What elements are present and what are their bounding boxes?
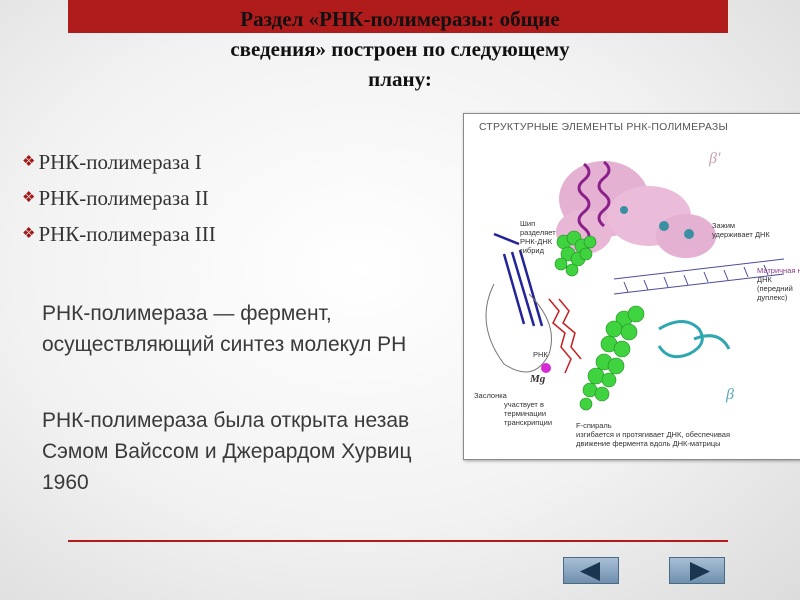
zaslonka-name: Заслонка xyxy=(474,391,507,400)
matrix-dna-name: Матричная ни xyxy=(757,266,800,275)
paragraph-line: РНК-полимераза была открыта незав xyxy=(42,409,410,432)
zazhim-label: Зажим удерживает ДНК xyxy=(712,221,770,239)
ship-name: Шип xyxy=(520,219,536,228)
ship-desc: РНК-ДНК xyxy=(520,237,553,246)
arrow-left-icon xyxy=(580,562,600,581)
paragraph-line: Сэмом Вайссом и Джерардом Хурвиц xyxy=(42,440,412,463)
f-spiral-name: F-спираль xyxy=(576,421,612,430)
f-spiral-label: F-спираль изгибается и протягивает ДНК, … xyxy=(576,421,730,448)
bullet-item: ❖ РНК-полимераза I xyxy=(22,144,216,180)
zaslonka-desc: участвует в xyxy=(504,400,544,409)
rna-strand xyxy=(548,298,582,374)
ship-label: Шип разделяет РНК-ДНК гибрид xyxy=(520,219,556,255)
bullet-list: ❖ РНК-полимераза I ❖ РНК-полимераза II ❖… xyxy=(22,144,216,252)
figure-title: СТРУКТУРНЫЕ ЭЛЕМЕНТЫ РНК-ПОЛИМЕРАЗЫ xyxy=(479,121,728,133)
discovery-paragraph: РНК-полимераза была открыта незав Сэмом … xyxy=(42,405,412,498)
mg-ion xyxy=(541,363,551,373)
bullet-item: ❖ РНК-полимераза III xyxy=(22,216,216,252)
title-line-1: Раздел «РНК-полимеразы: общие xyxy=(240,7,560,31)
paragraph-line: осуществляющий синтез молекул РН xyxy=(42,333,407,356)
definition-paragraph: РНК-полимераза — фермент, осуществляющий… xyxy=(42,298,406,360)
f-spiral-desc: изгибается и протягивает ДНК, обеспечива… xyxy=(576,430,731,439)
matrix-dna-desc: (передний xyxy=(757,284,793,293)
previous-slide-button[interactable] xyxy=(563,557,619,584)
diamond-bullet-icon: ❖ xyxy=(22,225,36,242)
title-line-2: сведения» построен по следующему xyxy=(230,37,570,61)
f-spiral-desc: движение фермента вдоль ДНК-матрицы xyxy=(576,439,721,448)
title-line-3: плану: xyxy=(368,67,432,91)
f-helix-green xyxy=(579,305,645,411)
ship-desc: гибрид xyxy=(520,246,544,255)
zaslonka-label: Заслонка участвует в терминации транскри… xyxy=(474,391,552,427)
paragraph-line: РНК-полимераза — фермент, xyxy=(42,302,332,325)
bullet-text: РНК-полимераза II xyxy=(38,185,209,210)
paragraph-line: 1960 xyxy=(42,471,89,494)
teal-loops xyxy=(657,320,731,359)
matrix-dna-desc: ДНК xyxy=(757,275,772,284)
ship-desc: разделяет xyxy=(520,228,556,237)
slide-title: Раздел «РНК-полимеразы: общие сведения» … xyxy=(150,4,650,94)
bullet-item: ❖ РНК-полимераза II xyxy=(22,180,216,216)
next-slide-button[interactable] xyxy=(669,557,725,584)
bullet-text: РНК-полимераза I xyxy=(38,149,202,174)
zaslonka-desc: транскрипции xyxy=(504,418,553,427)
mg-label: Mg xyxy=(530,373,546,385)
zazhim-name: Зажим xyxy=(712,221,736,230)
diamond-bullet-icon: ❖ xyxy=(22,153,36,170)
arrow-right-icon xyxy=(690,562,710,581)
beta-label: β xyxy=(726,386,734,403)
bullet-text: РНК-полимераза III xyxy=(38,221,216,246)
zazhim-desc: удерживает ДНК xyxy=(712,230,770,239)
diamond-bullet-icon: ❖ xyxy=(22,189,36,206)
footer-divider xyxy=(68,540,728,542)
rna-polymerase-structure-figure: СТРУКТУРНЫЕ ЭЛЕМЕНТЫ РНК-ПОЛИМЕРАЗЫ β' β… xyxy=(463,113,800,460)
beta-prime-label: β' xyxy=(709,150,721,167)
zaslonka-desc: терминации xyxy=(504,409,547,418)
matrix-dna-label: Матричная ни ДНК (передний дуплекс) xyxy=(757,266,800,302)
rna-label: РНК xyxy=(533,350,548,359)
green-cluster-upper xyxy=(554,230,597,277)
matrix-dna-desc: дуплекс) xyxy=(757,293,788,302)
